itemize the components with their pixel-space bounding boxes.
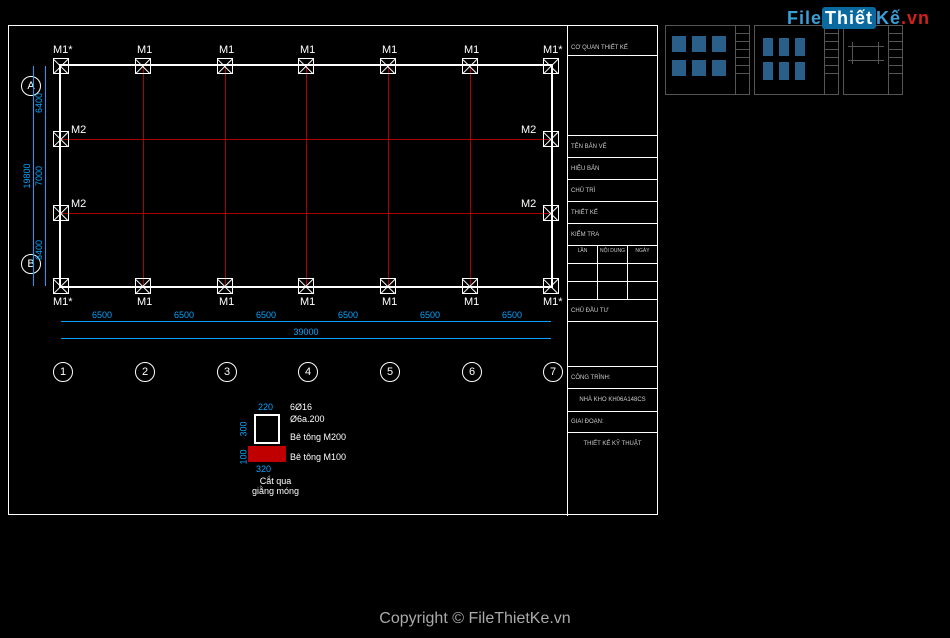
drawing-sheet: M1* M1 M1 M1 M1 M1 M1* M1* M1 M1 M1 M1 M… <box>8 25 658 515</box>
drawing-area: M1* M1 M1 M1 M1 M1 M1* M1* M1 M1 M1 M1 M… <box>9 26 569 516</box>
footing-label: M1* <box>53 44 73 56</box>
axis-bubble: 1 <box>53 362 73 382</box>
watermark-logo: FileThiếtKế.vn <box>787 8 930 29</box>
section-detail: 220 300 100 320 6Ø16 Ø6a.200 Bê tông M20… <box>224 406 424 506</box>
thumbnail[interactable] <box>754 25 839 95</box>
thumbnail[interactable] <box>843 25 903 95</box>
copyright-text: Copyright © FileThietKe.vn <box>0 610 950 628</box>
dimension-text: 6500 <box>92 310 112 320</box>
section-title: Cắt qua giằng móng <box>252 476 299 496</box>
thumbnail-strip <box>665 25 903 95</box>
foundation-plan: M1* M1 M1 M1 M1 M1 M1* M1* M1 M1 M1 M1 M… <box>61 66 551 286</box>
title-block: CƠ QUAN THIẾT KẾ TÊN BẢN VẼ HIỆU BẢN CHỦ… <box>567 26 657 516</box>
footing <box>53 58 69 74</box>
thumbnail[interactable] <box>665 25 750 95</box>
dimension-line <box>61 321 551 322</box>
